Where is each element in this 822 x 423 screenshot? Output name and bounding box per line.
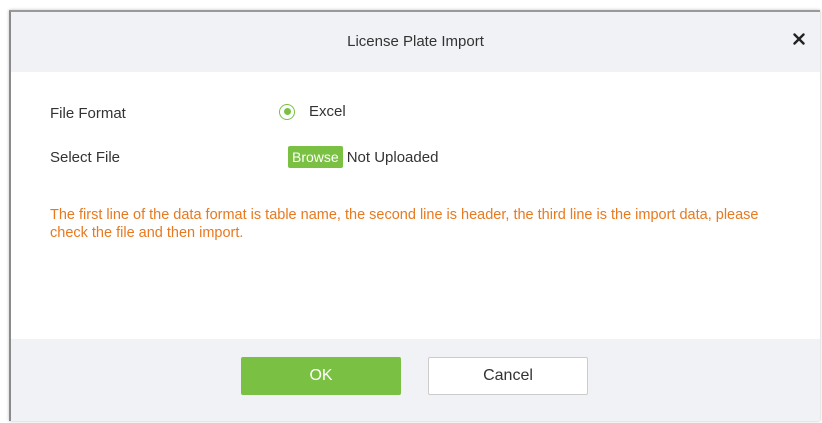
file-format-label: File Format — [50, 105, 126, 122]
radio-selected-dot — [283, 108, 291, 115]
close-icon — [793, 33, 805, 45]
dialog-title: License Plate Import — [347, 33, 484, 50]
select-file-label: Select File — [50, 149, 121, 166]
browse-button[interactable]: Browse — [288, 146, 343, 168]
cancel-button[interactable]: Cancel — [428, 357, 588, 395]
excel-radio[interactable] — [279, 103, 295, 120]
excel-option-label: Excel — [309, 103, 346, 120]
dialog-header: License Plate Import — [11, 12, 820, 72]
file-picker: Browse Not Uploaded — [288, 146, 438, 168]
excel-option[interactable]: Excel — [279, 103, 346, 120]
import-dialog: License Plate Import File Format Excel S… — [9, 10, 820, 421]
ok-button[interactable]: OK — [241, 357, 401, 395]
dialog-footer: OK Cancel — [11, 339, 820, 421]
import-note: The first line of the data format is tab… — [50, 207, 759, 241]
close-button[interactable] — [788, 28, 810, 50]
file-status: Not Uploaded — [346, 148, 439, 166]
